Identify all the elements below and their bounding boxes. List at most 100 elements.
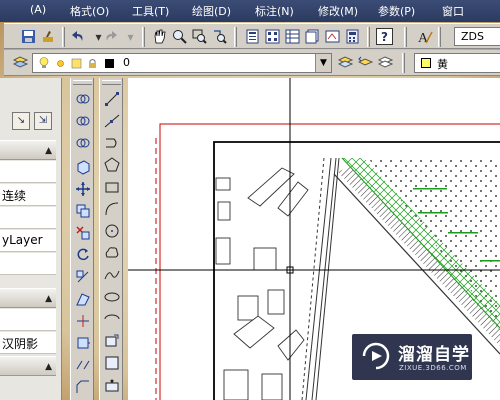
lightbulb-icon	[39, 57, 49, 69]
spline-icon[interactable]	[103, 266, 121, 284]
menu-item-window[interactable]: 窗口	[442, 3, 464, 19]
array-icon[interactable]	[74, 202, 92, 220]
design-center-icon[interactable]	[264, 28, 281, 45]
text-style-combo[interactable]: ZDS	[454, 27, 500, 46]
current-color: 黄	[437, 58, 448, 71]
delete-cross-icon[interactable]	[74, 224, 92, 242]
construction-line-icon[interactable]	[103, 112, 121, 130]
quickcalc-icon[interactable]	[344, 28, 361, 45]
trim-icon[interactable]	[74, 312, 92, 330]
menu-item-parametric[interactable]: 参数(P)	[378, 3, 415, 19]
stretch-icon[interactable]	[74, 290, 92, 308]
property-row[interactable]	[0, 253, 56, 275]
redo-icon[interactable]	[102, 28, 119, 45]
toolbar-separator	[142, 27, 145, 47]
menu-bar: (A) 格式(O) 工具(T) 绘图(D) 标注(N) 修改(M) 参数(P) …	[0, 0, 500, 22]
property-row[interactable]: 连续	[0, 184, 56, 206]
zoom-realtime-icon[interactable]	[171, 28, 188, 45]
menu-item-unknown[interactable]: (A)	[30, 3, 46, 16]
arc-icon[interactable]	[103, 200, 121, 218]
text-style-icon[interactable]: A	[416, 28, 433, 45]
properties-buttons: ↘ ⇲	[12, 112, 56, 134]
erase-icon[interactable]	[74, 90, 92, 108]
circle-icon[interactable]	[103, 222, 121, 240]
toolbar-separator	[438, 27, 441, 47]
road-lines	[301, 157, 340, 400]
toolbar-separator	[234, 27, 237, 47]
layer-dropdown[interactable]: 0 ▼	[32, 53, 332, 73]
screenshot-frame: (A) 格式(O) 工具(T) 绘图(D) 标注(N) 修改(M) 参数(P) …	[0, 0, 500, 400]
play-logo-icon	[362, 342, 390, 370]
property-row[interactable]	[0, 207, 56, 229]
property-row[interactable]	[0, 309, 56, 331]
layers-toolbar: 0 ▼ 黄	[4, 50, 500, 76]
svg-text:A: A	[418, 31, 429, 45]
watermark-title: 溜溜自学	[398, 345, 470, 365]
make-object-layer-current-icon[interactable]	[337, 54, 354, 71]
help-icon[interactable]: ?	[376, 28, 393, 45]
ellipse-icon[interactable]	[103, 288, 121, 306]
layer-previous-icon[interactable]	[357, 54, 374, 71]
rectangle-icon[interactable]	[103, 178, 121, 196]
extend-icon[interactable]	[74, 334, 92, 352]
toolbar-separator	[367, 27, 370, 47]
menu-item-modify[interactable]: 修改(M)	[318, 3, 358, 19]
copy-icon[interactable]	[74, 112, 92, 130]
save-icon[interactable]	[20, 28, 37, 45]
toggle-pickadd-icon[interactable]: ↘	[12, 112, 30, 130]
select-objects-icon[interactable]: ⇲	[34, 112, 52, 130]
pan-icon[interactable]	[151, 28, 168, 45]
toolbar-separator	[402, 53, 405, 73]
break-icon[interactable]	[74, 356, 92, 374]
menu-item-tools[interactable]: 工具(T)	[132, 3, 169, 19]
rotate-icon[interactable]	[74, 246, 92, 264]
general-section-header[interactable]: ▲	[0, 140, 56, 160]
redo-dropdown-icon[interactable]: ▾	[122, 28, 139, 45]
revision-cloud-icon[interactable]	[103, 244, 121, 262]
toolbar-separator	[404, 27, 407, 47]
section-header[interactable]: ▲	[0, 288, 56, 308]
move-icon[interactable]	[74, 180, 92, 198]
ellipse-arc-icon[interactable]	[103, 310, 121, 328]
properties-palette: ↘ ⇲ ▲ 连续 yLayer ▲ 汉阴影 ▲	[0, 78, 62, 400]
match-properties-icon[interactable]	[40, 28, 57, 45]
menu-item-draw[interactable]: 绘图(D)	[192, 3, 231, 19]
chevron-down-icon[interactable]: ▼	[315, 54, 331, 72]
watermark-url: ZIXUE.3D66.COM	[399, 364, 467, 372]
menu-item-format[interactable]: 格式(O)	[70, 3, 109, 19]
insert-block-icon[interactable]	[103, 332, 121, 350]
zoom-previous-icon[interactable]	[211, 28, 228, 45]
undo-icon[interactable]	[70, 28, 87, 45]
menu-item-dimension[interactable]: 标注(N)	[255, 3, 294, 19]
polyline-icon[interactable]	[103, 134, 121, 152]
property-row[interactable]: yLayer	[0, 230, 56, 252]
color-swatch	[421, 58, 431, 68]
property-row[interactable]	[0, 161, 56, 183]
color-dropdown[interactable]: 黄	[414, 53, 500, 73]
property-row[interactable]: 汉阴影	[0, 332, 56, 354]
properties-icon[interactable]	[244, 28, 261, 45]
watermark-logo: 溜溜自学 ZIXUE.3D66.COM	[352, 334, 472, 380]
zoom-window-icon[interactable]	[191, 28, 208, 45]
point-icon[interactable]	[103, 376, 121, 394]
scale-icon[interactable]	[74, 268, 92, 286]
mirror-icon[interactable]	[74, 134, 92, 152]
sheet-set-icon[interactable]	[304, 28, 321, 45]
layer-manager-icon[interactable]	[12, 54, 29, 71]
section-header[interactable]: ▲	[0, 356, 56, 376]
markup-icon[interactable]	[324, 28, 341, 45]
sun-icon	[55, 58, 66, 69]
lock-icon	[87, 58, 98, 69]
layer-states-icon[interactable]	[377, 54, 394, 71]
offset-icon[interactable]	[74, 158, 92, 176]
toolbar-grip	[73, 80, 92, 85]
toolbar-separator	[62, 27, 65, 47]
chamfer-icon[interactable]	[74, 378, 92, 396]
tool-palettes-icon[interactable]	[284, 28, 301, 45]
polygon-icon[interactable]	[103, 156, 121, 174]
modify-toolbar	[70, 78, 94, 400]
line-icon[interactable]	[103, 90, 121, 108]
make-block-icon[interactable]	[103, 354, 121, 372]
current-layer-name: 0	[123, 56, 130, 69]
viewport-freeze-icon	[71, 58, 82, 69]
